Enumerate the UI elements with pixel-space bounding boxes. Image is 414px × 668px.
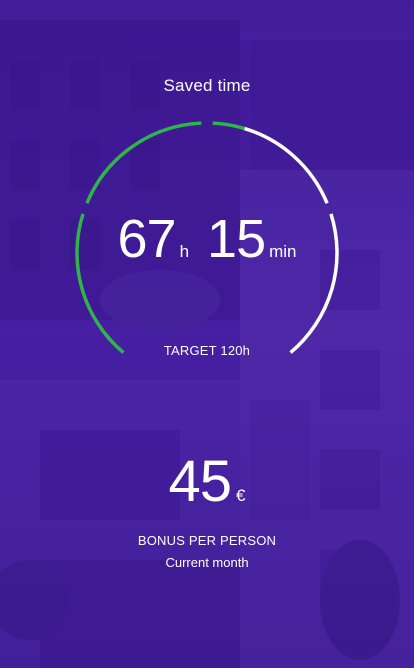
bonus-value: 45 € [0,453,414,511]
gauge-progress-segment [212,121,246,131]
gauge-remaining-segment [244,126,329,204]
saved-time-value: 67 h 15 min [0,212,414,266]
minutes-unit: min [269,242,297,261]
gauge-progress-segment [85,121,202,204]
euro-icon: € [236,486,246,505]
hours-unit: h [179,242,190,261]
bonus-label: BONUS PER PERSON [137,533,277,548]
bonus-amount: 45 [168,449,233,514]
hours-value: 67 [117,209,176,269]
saved-time-screen: Saved time 67 h 15 min TARGET 120h 45 € … [0,0,414,668]
bonus-period: Current month [165,555,249,570]
target-label: TARGET 120h [163,343,251,358]
minutes-value: 15 [207,209,266,269]
saved-time-title: Saved time [163,76,251,95]
